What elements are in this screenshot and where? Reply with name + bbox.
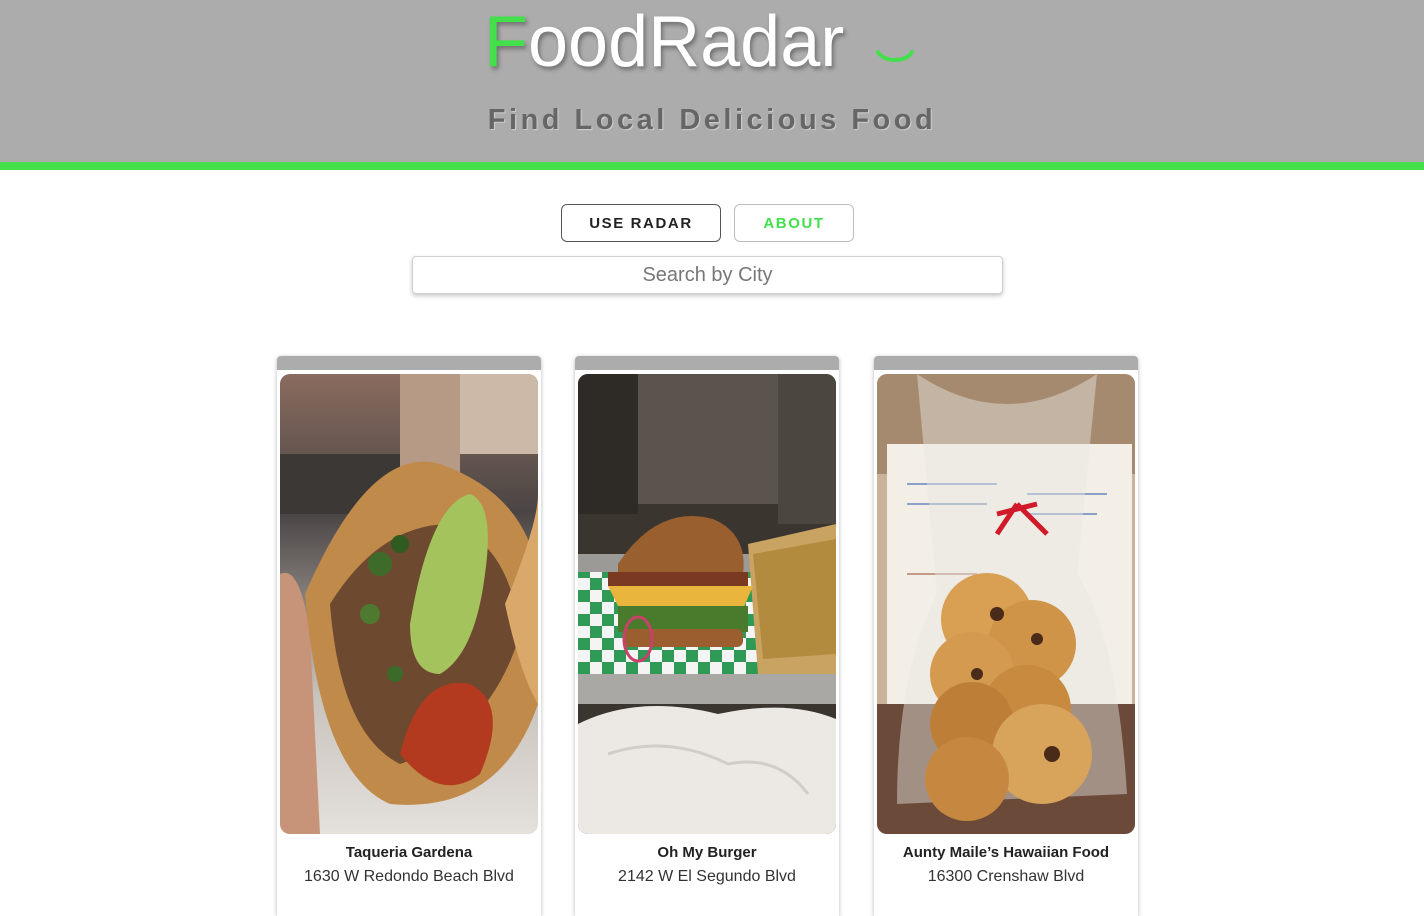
loading-spinner-icon <box>876 50 914 63</box>
restaurant-address: 16300 Crenshaw Blvd <box>927 868 1085 885</box>
logo-text: oodRadar <box>527 2 845 82</box>
restaurant-name: Taqueria Gardena <box>345 844 473 861</box>
card-top-bar <box>874 356 1138 370</box>
restaurant-name: Oh My Burger <box>657 844 757 861</box>
use-radar-button[interactable]: USE RADAR <box>561 204 721 242</box>
taco-photo[interactable] <box>280 374 538 834</box>
restaurant-name: Aunty Maile’s Hawaiian Food <box>902 844 1110 861</box>
about-button[interactable]: ABOUT <box>734 204 854 242</box>
city-search-input[interactable] <box>412 256 1003 294</box>
cookies-photo[interactable] <box>877 374 1135 834</box>
burger-photo[interactable] <box>578 374 836 834</box>
restaurant-address: 1630 W Redondo Beach Blvd <box>304 868 514 885</box>
card-top-bar <box>277 356 541 370</box>
card-top-bar <box>575 356 839 370</box>
restaurant-card[interactable]: Oh My Burger 2142 W El Segundo Blvd <box>575 356 839 916</box>
site-tagline: Find Local Delicious Food <box>487 104 937 136</box>
logo-initial: F <box>484 2 528 82</box>
site-header: FoodRadar Find Local Delicious Food <box>0 0 1424 170</box>
restaurant-card[interactable]: Taqueria Gardena 1630 W Redondo Beach Bl… <box>277 356 541 916</box>
restaurant-address: 2142 W El Segundo Blvd <box>618 868 796 885</box>
restaurant-card[interactable]: Aunty Maile’s Hawaiian Food 16300 Crensh… <box>874 356 1138 916</box>
site-logo[interactable]: FoodRadar <box>484 0 844 84</box>
